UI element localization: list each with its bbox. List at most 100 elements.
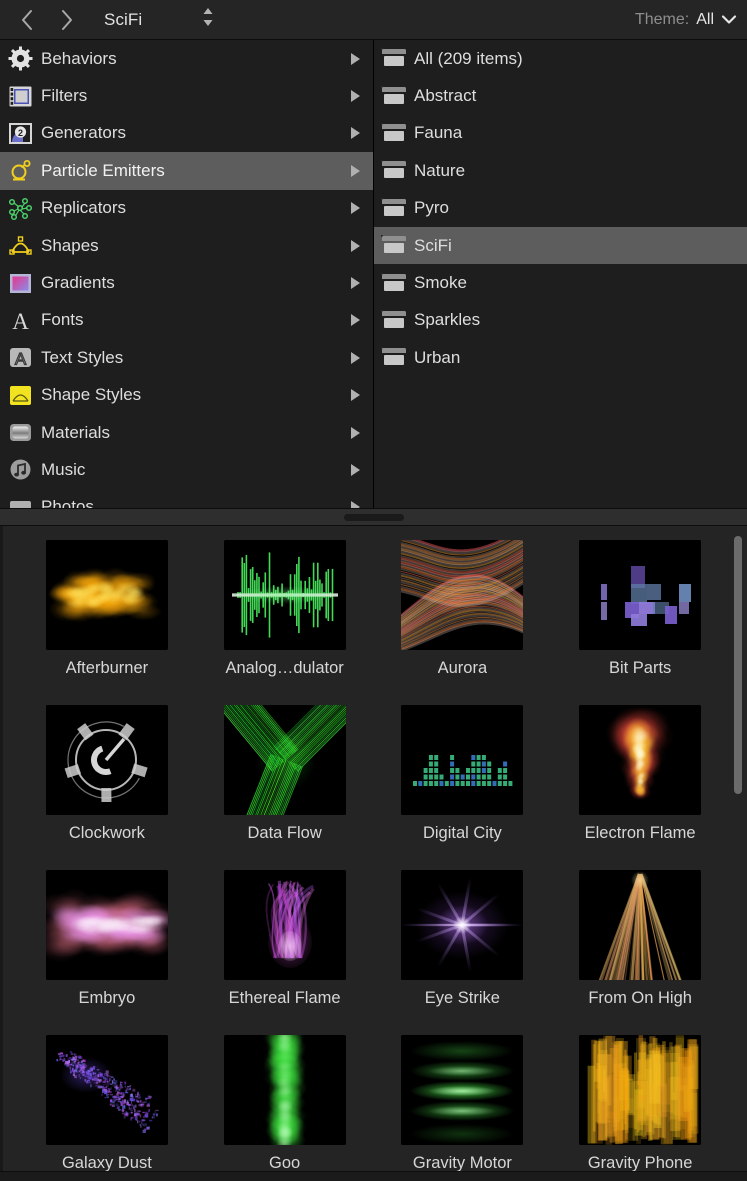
folder-icon — [382, 49, 406, 68]
preset-thumbnail[interactable] — [401, 1035, 524, 1145]
preset-thumbnail[interactable] — [223, 1035, 346, 1145]
preset-thumbnail[interactable] — [579, 705, 702, 815]
folder-item-scifi[interactable]: SciFi — [374, 226, 747, 265]
preset-thumbnail[interactable] — [45, 1035, 168, 1145]
preset-thumbnail[interactable] — [401, 540, 524, 650]
svg-text:A: A — [15, 350, 27, 369]
sidebar-item-label: Gradients — [41, 273, 115, 293]
disclosure-arrow-icon[interactable] — [351, 164, 360, 177]
sort-updown-icon — [201, 5, 215, 34]
sidebar-item-generators[interactable]: 2 Generators — [0, 115, 373, 152]
folder-item-sparkles[interactable]: Sparkles — [374, 302, 747, 339]
folder-item-nature[interactable]: Nature — [374, 152, 747, 189]
sidebar-item-label: Shape Styles — [41, 385, 142, 405]
forward-button[interactable] — [52, 5, 82, 35]
back-button[interactable] — [12, 5, 42, 35]
disclosure-arrow-icon[interactable] — [351, 202, 360, 215]
sidebar-item-label: Materials — [41, 422, 110, 442]
disclosure-arrow-icon[interactable] — [351, 239, 360, 252]
music-note-icon — [7, 456, 34, 483]
preset-item[interactable]: Analog…dulator — [196, 540, 374, 705]
preset-thumbnail[interactable] — [223, 705, 346, 815]
sidebar-item-photos[interactable]: Photos — [0, 489, 373, 508]
disclosure-arrow-icon[interactable] — [351, 501, 360, 508]
folder-icon — [382, 124, 406, 143]
preset-grid-scrollbar[interactable] — [734, 536, 742, 794]
preset-item[interactable]: Gravity Phone — [551, 1035, 729, 1181]
splitter-grip[interactable] — [343, 513, 404, 521]
preset-thumbnail[interactable] — [45, 540, 168, 650]
filmstrip-icon — [7, 83, 34, 110]
preset-item[interactable]: Data Flow — [196, 705, 374, 870]
disclosure-arrow-icon[interactable] — [351, 463, 360, 476]
folder-item-urban[interactable]: Urban — [374, 339, 747, 376]
sidebar-item-replicators[interactable]: Replicators — [0, 190, 373, 227]
preset-item[interactable]: Bit Parts — [551, 540, 729, 705]
preset-label: From On High — [588, 989, 692, 1007]
preset-label: Embryo — [78, 989, 136, 1007]
preset-item[interactable]: Aurora — [374, 540, 552, 705]
theme-filter[interactable]: Theme: All — [635, 0, 737, 39]
sidebar-item-particle-emitters[interactable]: Particle Emitters — [0, 152, 373, 190]
sidebar-item-materials[interactable]: Materials — [0, 414, 373, 451]
disclosure-arrow-icon[interactable] — [351, 277, 360, 290]
preset-item[interactable]: Digital City — [374, 705, 552, 870]
theme-value: All — [696, 10, 714, 28]
photos-icon — [7, 494, 34, 508]
svg-text:A: A — [12, 309, 29, 333]
disclosure-arrow-icon[interactable] — [351, 127, 360, 140]
preset-label: Ethereal Flame — [228, 989, 341, 1007]
preset-thumbnail[interactable] — [45, 870, 168, 980]
sidebar-item-label: Photos — [41, 497, 94, 508]
preset-item[interactable]: Ethereal Flame — [196, 870, 374, 1035]
preset-item[interactable]: Embryo — [18, 870, 196, 1035]
folder-item-smoke[interactable]: Smoke — [374, 264, 747, 301]
folder-icon — [382, 161, 406, 180]
pane-splitter[interactable] — [0, 508, 747, 526]
preset-item[interactable]: From On High — [551, 870, 729, 1035]
preset-thumbnail[interactable] — [223, 540, 346, 650]
preset-item[interactable]: Clockwork — [18, 705, 196, 870]
preset-item[interactable]: Gravity Motor — [374, 1035, 552, 1181]
disclosure-arrow-icon[interactable] — [351, 52, 360, 65]
sidebar-item-shape-styles[interactable]: Shape Styles — [0, 377, 373, 414]
folder-list[interactable]: All (209 items) Abstract Fauna Nature Pyro Sc… — [374, 40, 747, 508]
sidebar-item-text-styles[interactable]: A Text Styles — [0, 339, 373, 376]
folder-item-all-209-items[interactable]: All (209 items) — [374, 40, 747, 77]
sidebar-item-label: Particle Emitters — [41, 160, 165, 180]
disclosure-arrow-icon[interactable] — [351, 426, 360, 439]
folder-icon — [382, 236, 406, 255]
preset-item[interactable]: Afterburner — [18, 540, 196, 705]
preset-thumbnail[interactable] — [401, 870, 524, 980]
preset-thumbnail[interactable] — [579, 1035, 702, 1145]
preset-thumbnail[interactable] — [223, 870, 346, 980]
sidebar-item-gradients[interactable]: Gradients — [0, 264, 373, 301]
disclosure-arrow-icon[interactable] — [351, 90, 360, 103]
preset-thumbnail[interactable] — [45, 705, 168, 815]
folder-item-label: Smoke — [414, 273, 467, 293]
sidebar-item-filters[interactable]: Filters — [0, 77, 373, 114]
folder-item-label: Fauna — [414, 123, 463, 143]
preset-label: Eye Strike — [424, 989, 500, 1007]
preset-item[interactable]: Electron Flame — [551, 705, 729, 870]
disclosure-arrow-icon[interactable] — [351, 389, 360, 402]
chevron-down-icon — [721, 14, 737, 25]
preset-item[interactable]: Goo — [196, 1035, 374, 1181]
preset-thumbnail[interactable] — [579, 870, 702, 980]
category-list[interactable]: Behaviors Filters 2 Generators Particle Emit… — [0, 40, 374, 508]
sidebar-item-behaviors[interactable]: Behaviors — [0, 40, 373, 77]
folder-item-pyro[interactable]: Pyro — [374, 190, 747, 227]
disclosure-arrow-icon[interactable] — [351, 351, 360, 364]
grid-bottom-edge — [0, 1171, 747, 1181]
folder-item-abstract[interactable]: Abstract — [374, 77, 747, 114]
preset-thumbnail[interactable] — [579, 540, 702, 650]
sidebar-item-fonts[interactable]: A Fonts — [0, 302, 373, 339]
sidebar-item-music[interactable]: Music — [0, 451, 373, 488]
preset-thumbnail[interactable] — [401, 705, 524, 815]
sort-order-button[interactable] — [197, 6, 219, 34]
disclosure-arrow-icon[interactable] — [351, 314, 360, 327]
preset-item[interactable]: Eye Strike — [374, 870, 552, 1035]
sidebar-item-shapes[interactable]: Shapes — [0, 227, 373, 264]
preset-item[interactable]: Galaxy Dust — [18, 1035, 196, 1181]
folder-item-fauna[interactable]: Fauna — [374, 115, 747, 152]
